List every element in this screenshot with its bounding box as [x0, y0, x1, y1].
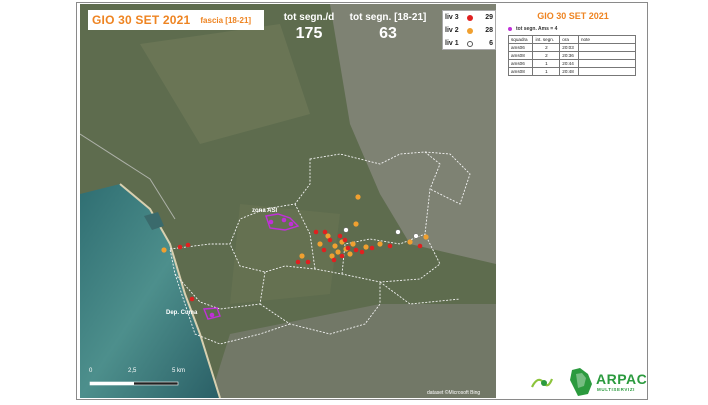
cell-int: 1 — [532, 59, 561, 68]
stat-tot-band-label: tot segn. [18-21] — [349, 12, 427, 23]
legend-dot — [467, 14, 473, 21]
stat-tot-band: tot segn. [18-21] 63 — [348, 12, 428, 43]
arpac-logo-text: ARPAC — [596, 371, 648, 387]
legend-dot — [467, 27, 473, 34]
satellite-map[interactable]: GIO 30 SET 2021 fascia [18-21] tot segn.… — [80, 4, 496, 398]
level-legend: liv 3 29 liv 2 28 liv 1 6 — [442, 10, 496, 50]
ams-table: squadra int. segn. ora note ams06 2 20:0… — [507, 35, 636, 76]
map-canvas — [80, 4, 496, 398]
stat-tot-band-value: 63 — [379, 25, 397, 42]
table-row: ams08 1 20:48 — [507, 67, 636, 76]
date-title: GIO 30 SET 2021 — [92, 13, 191, 27]
table-row: ams06 2 20:03 — [507, 43, 636, 52]
stat-tot-day-label: tot segn./d — [283, 12, 335, 23]
scale-label-mid: 2,5 — [128, 368, 137, 374]
table-row: ams08 2 20:36 — [507, 51, 636, 60]
ams-point — [288, 221, 294, 227]
stat-tot-day: tot segn./d 175 — [276, 12, 342, 43]
map-attribution: dataset ©Microsoft Bing — [427, 390, 481, 396]
legend-name: liv 1 — [445, 40, 459, 47]
ams-point — [209, 312, 215, 318]
legend-name: liv 2 — [445, 27, 459, 34]
col-header: ora — [559, 35, 579, 44]
legend-row-liv3: liv 3 29 — [443, 11, 495, 24]
cell-ora: 20:03 — [559, 43, 579, 52]
cell-note — [578, 43, 636, 52]
legend-count: 29 — [485, 14, 493, 21]
col-header: int. segn. — [532, 35, 561, 44]
cell-ora: 20:44 — [559, 59, 579, 68]
cell-int: 1 — [532, 67, 561, 76]
cell-int: 2 — [532, 43, 561, 52]
legend-row-liv1: liv 1 6 — [443, 37, 495, 50]
side-panel: GIO 30 SET 2021 tot segn. Ams = 4 squadr… — [500, 4, 646, 398]
partner-logo-icon — [531, 378, 554, 388]
col-header: note — [578, 35, 636, 44]
legend-dot — [467, 40, 473, 47]
cell-note — [578, 51, 636, 60]
side-subtitle: tot segn. Ams = 4 — [508, 26, 557, 32]
legend-count: 6 — [489, 40, 493, 47]
arpac-logo-subtext: MULTISERVIZI — [597, 387, 636, 392]
cell-note — [578, 59, 636, 68]
cell-squadra: ams08 — [507, 51, 534, 60]
cell-int: 2 — [532, 51, 561, 60]
zona-asi-label: zona ASI — [252, 208, 278, 214]
table-header: squadra int. segn. ora note — [507, 35, 636, 44]
side-title: GIO 30 SET 2021 — [537, 11, 609, 21]
cell-ora: 20:48 — [559, 67, 579, 76]
cell-squadra: ams06 — [507, 59, 534, 68]
scale-label-end: 5 km — [172, 368, 186, 374]
cell-ora: 20:36 — [559, 51, 579, 60]
legend-name: liv 3 — [445, 14, 459, 21]
dep-cuma-label: Dep. Cuma — [166, 310, 198, 316]
col-header: squadra — [507, 35, 534, 44]
table-row: ams06 1 20:44 — [507, 59, 636, 68]
ams-point — [281, 217, 287, 223]
stat-tot-day-value: 175 — [295, 25, 323, 42]
cell-note — [578, 67, 636, 76]
date-title-box: GIO 30 SET 2021 fascia [18-21] — [88, 10, 264, 30]
scale-label-0: 0 — [89, 368, 93, 374]
cell-squadra: ams06 — [507, 43, 534, 52]
ams-dot-icon — [508, 27, 512, 31]
cell-squadra: ams08 — [507, 67, 534, 76]
side-subtitle-text: tot segn. Ams = 4 — [516, 26, 558, 32]
legend-row-liv2: liv 2 28 — [443, 24, 495, 37]
scale-bar — [89, 381, 179, 386]
fascia-label: fascia [18-21] — [200, 15, 252, 25]
legend-count: 28 — [485, 27, 493, 34]
ams-point — [268, 219, 274, 225]
